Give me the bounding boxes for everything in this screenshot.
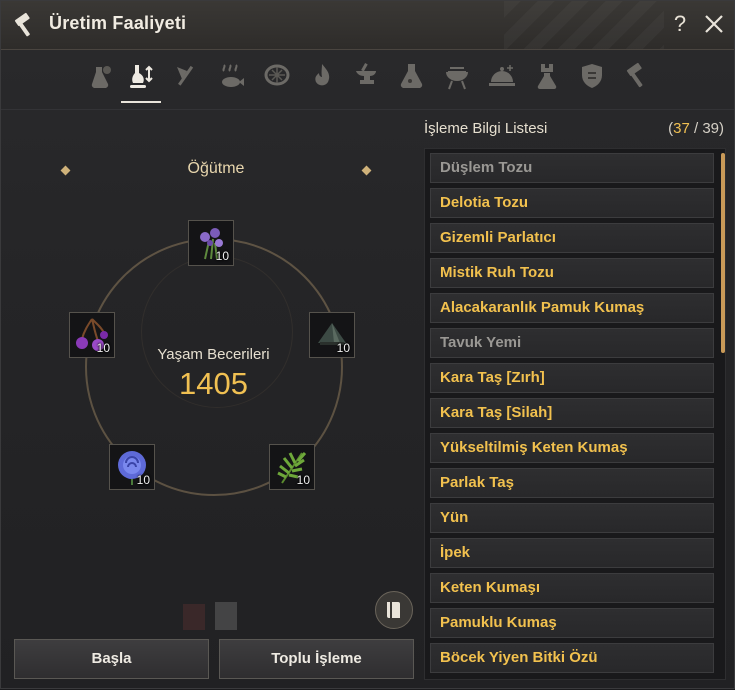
tab-heating[interactable] (302, 57, 342, 101)
slot-quantity: 10 (136, 473, 150, 487)
window-title: Üretim Faaliyeti (49, 13, 187, 33)
tab-manufacture[interactable] (617, 57, 657, 101)
list-item[interactable]: Kara Taş [Silah] (430, 398, 714, 428)
recipe-list-panel: İşleme Bilgi Listesi (37 / 39) Düşlem To… (421, 110, 734, 690)
axe-icon (177, 65, 194, 86)
material-slot-2[interactable]: 10 (309, 312, 355, 358)
list-item[interactable]: Gizemli Parlatıcı (430, 223, 714, 253)
recipe-list[interactable]: Düşlem Tozu Delotia Tozu Gizemli Parlatıcı… (424, 148, 726, 680)
list-item[interactable]: Düşlem Tozu (430, 153, 714, 183)
life-skill-label: Yaşam Becerileri (157, 346, 270, 363)
cloche-icon (489, 65, 515, 86)
count-current: 37 (673, 120, 690, 137)
sieve-icon (264, 64, 290, 86)
list-item[interactable]: Tavuk Yemi (430, 328, 714, 358)
start-button[interactable]: Başla (14, 639, 209, 679)
slot-quantity: 10 (96, 341, 110, 355)
material-slot-3[interactable]: 10 (269, 444, 315, 490)
fish-steam-icon (222, 64, 244, 87)
tab-guild-cooking[interactable] (482, 57, 522, 101)
grill-icon (446, 67, 468, 90)
list-count: (37 / 39) (668, 120, 724, 137)
list-header: İşleme Bilgi Listesi (424, 120, 548, 137)
slot-quantity: 10 (296, 473, 310, 487)
tab-repair[interactable] (347, 57, 387, 101)
material-slot-1[interactable]: 10 (188, 220, 234, 266)
list-item[interactable]: Alacakaranlık Pamuk Kumaş (430, 293, 714, 323)
close-icon[interactable] (701, 11, 727, 37)
hammer-icon (14, 12, 30, 37)
tab-grinding[interactable] (121, 57, 161, 103)
list-item[interactable]: Böcek Yiyen Bitki Özü (430, 643, 714, 673)
tab-cooking[interactable] (437, 57, 477, 101)
bulk-processing-button[interactable]: Toplu İşleme (219, 639, 414, 679)
list-item[interactable]: Pamuklu Kumaş (430, 608, 714, 638)
recipe-book-button[interactable] (375, 591, 413, 629)
list-item[interactable]: Yükseltilmiş Keten Kumaş (430, 433, 714, 463)
list-item[interactable]: Keten Kumaşı (430, 573, 714, 603)
tab-chopping[interactable] (166, 57, 206, 101)
mortar-arrows-icon (130, 65, 153, 88)
tower-flask-icon (537, 64, 557, 90)
tab-guild-alchemy[interactable] (527, 57, 567, 101)
list-item[interactable]: İpek (430, 538, 714, 568)
faded-result-icons (183, 602, 237, 630)
process-name: Öğütme (187, 160, 245, 177)
flask-bag-icon (91, 66, 111, 89)
tab-guild-manufacture[interactable] (572, 57, 612, 101)
title-bar[interactable]: Üretim Faaliyeti ? (1, 1, 734, 50)
flame-icon (315, 64, 330, 86)
book-icon (387, 602, 400, 618)
life-skill-value: 1405 (179, 366, 248, 401)
count-close: ) (719, 120, 724, 137)
shield-crest-icon (582, 64, 602, 88)
tab-alchemy[interactable] (392, 57, 432, 101)
list-item[interactable]: Kara Taş [Zırh] (430, 363, 714, 393)
title-bar-decoration (504, 1, 664, 49)
list-item[interactable]: Yün (430, 503, 714, 533)
anvil-icon (356, 63, 376, 84)
hammer-icon (626, 62, 643, 88)
list-item[interactable]: Parlak Taş (430, 468, 714, 498)
help-button[interactable]: ? (669, 9, 691, 39)
count-total: 39 (702, 120, 719, 137)
slot-quantity: 10 (215, 249, 229, 263)
tab-drying[interactable] (212, 57, 252, 101)
ornament-right (361, 165, 372, 176)
ornament-left (60, 165, 71, 176)
material-slot-5[interactable]: 10 (69, 312, 115, 358)
slot-quantity: 10 (336, 341, 350, 355)
tab-filtering[interactable] (257, 57, 297, 101)
list-scrollbar[interactable] (721, 153, 725, 353)
count-separator: / (689, 120, 703, 137)
list-item[interactable]: Delotia Tozu (430, 188, 714, 218)
list-item[interactable]: Mistik Ruh Tozu (430, 258, 714, 288)
tab-simple-alchemy[interactable] (81, 57, 121, 101)
material-slot-4[interactable]: 10 (109, 444, 155, 490)
flask-icon (400, 64, 423, 89)
processing-window: Üretim Faaliyeti ? Öğütme 10 10 10 10 10… (0, 0, 735, 689)
process-panel: Öğütme 10 10 10 10 10 Yaşam Becerileri 1… (1, 110, 421, 690)
processing-tabs (81, 57, 661, 107)
